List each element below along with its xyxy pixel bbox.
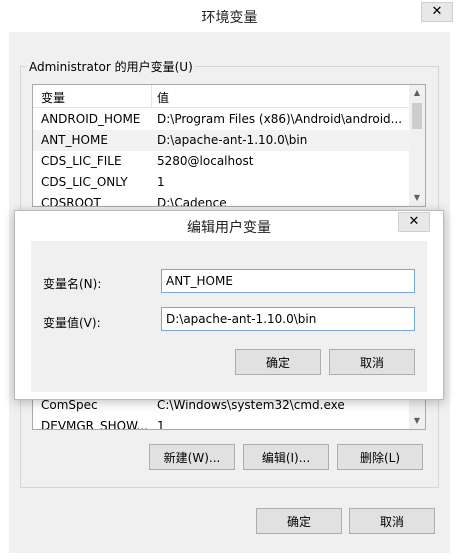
close-icon: ✕ <box>431 4 443 19</box>
variable-value-label: 变量值(V): <box>43 316 101 330</box>
variable-name: ANT_HOME <box>41 133 108 147</box>
window-title: 环境变量 <box>201 10 258 26</box>
variable-value: D:\Program Files (x86)\Android\android..… <box>157 112 403 126</box>
variable-value: C:\Windows\system32\cmd.exe <box>157 398 345 412</box>
dialog-close-button[interactable]: ✕ <box>398 212 430 232</box>
dialog-client-area: 变量名(N): 变量值(V): 确定 取消 <box>31 241 427 392</box>
variable-value: 1 <box>157 419 165 430</box>
new-button[interactable]: 新建(W)... <box>149 444 235 470</box>
list-item[interactable]: CDSROOT D:\Cadence <box>33 193 409 207</box>
list-item-selected[interactable]: ANT_HOME D:\apache-ant-1.10.0\bin <box>33 130 409 151</box>
close-icon: ✕ <box>408 214 420 229</box>
list-item[interactable]: CDS_LIC_ONLY 1 <box>33 172 409 193</box>
list-item[interactable]: ANDROID_HOME D:\Program Files (x86)\Andr… <box>33 109 409 130</box>
list-item[interactable]: CDS_LIC_FILE 5280@localhost <box>33 151 409 172</box>
variable-name: ANDROID_HOME <box>41 112 141 126</box>
column-header-variable[interactable]: 变量 <box>41 89 65 106</box>
variable-name-label: 变量名(N): <box>43 277 102 291</box>
list-header: 变量 值 <box>33 85 409 108</box>
user-variables-list[interactable]: 变量 值 ANDROID_HOME D:\Program Files (x86)… <box>32 84 426 207</box>
user-variables-group-label: Administrator 的用户变量(U) <box>27 58 195 75</box>
column-divider[interactable] <box>151 85 152 107</box>
variable-value: D:\apache-ant-1.10.0\bin <box>157 133 308 147</box>
variable-name: DEVMGR_SHOW... <box>41 419 149 430</box>
scroll-up-icon[interactable]: ▲ <box>409 85 425 101</box>
list-item[interactable]: DEVMGR_SHOW... 1 <box>33 416 409 430</box>
variable-name: CDS_LIC_FILE <box>41 154 122 168</box>
scroll-down-icon[interactable]: ▼ <box>409 190 425 206</box>
column-header-value[interactable]: 值 <box>157 89 169 106</box>
variable-name: CDSROOT <box>41 196 101 207</box>
variable-value: D:\Cadence <box>157 196 227 207</box>
ok-button[interactable]: 确定 <box>256 508 342 534</box>
variable-value: 1 <box>157 175 165 189</box>
edit-button[interactable]: 编辑(I)... <box>243 444 329 470</box>
variable-name: ComSpec <box>41 398 98 412</box>
title-bar[interactable]: 环境变量 ✕ <box>1 1 457 32</box>
dialog-ok-button[interactable]: 确定 <box>235 349 321 375</box>
dialog-cancel-button[interactable]: 取消 <box>329 349 415 375</box>
close-button[interactable]: ✕ <box>421 2 453 22</box>
variable-value: 5280@localhost <box>157 154 254 168</box>
scroll-thumb[interactable] <box>412 103 422 129</box>
variable-name-input[interactable] <box>161 269 415 293</box>
dialog-title: 编辑用户变量 <box>187 220 271 236</box>
variable-name: CDS_LIC_ONLY <box>41 175 128 189</box>
variable-value-input[interactable] <box>161 307 415 331</box>
cancel-button[interactable]: 取消 <box>349 508 435 534</box>
vertical-scrollbar[interactable]: ▲ ▼ <box>409 85 425 206</box>
delete-button[interactable]: 删除(L) <box>337 444 423 470</box>
edit-user-variable-dialog: 编辑用户变量 ✕ 变量名(N): 变量值(V): 确定 取消 <box>14 210 444 400</box>
scroll-down-icon[interactable]: ▼ <box>409 413 425 429</box>
